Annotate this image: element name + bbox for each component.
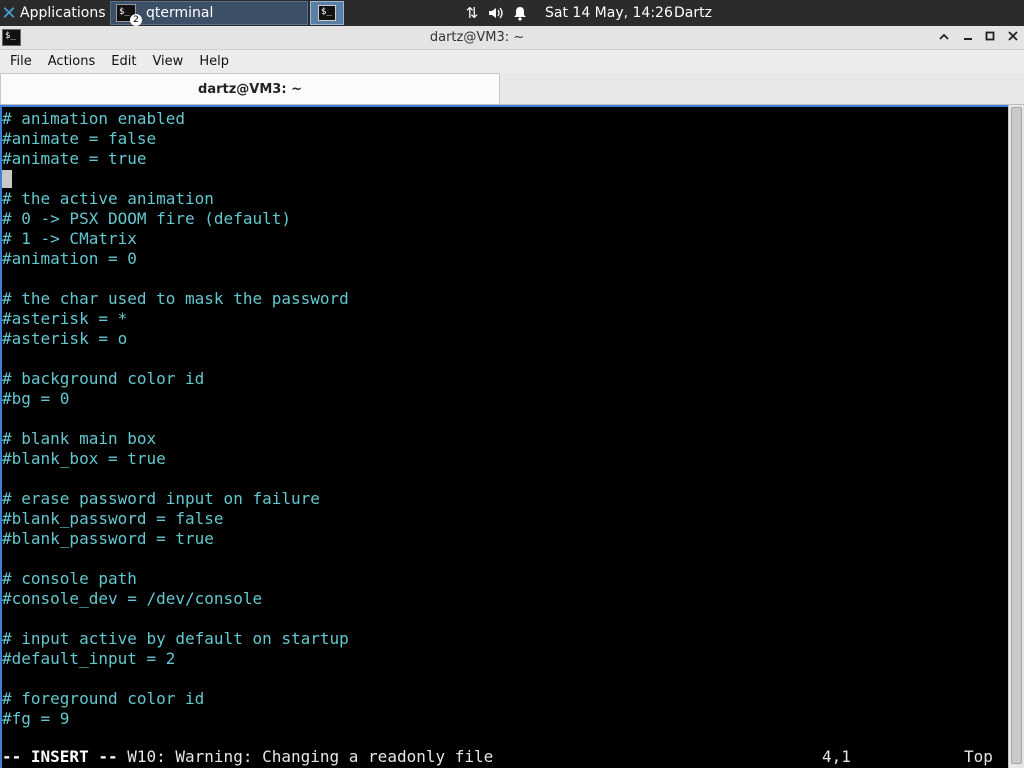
tab-terminal[interactable]: dartz@VM3: ~ (0, 73, 500, 104)
terminal-line: # 1 -> CMatrix (2, 229, 137, 248)
taskbar-item-qterminal[interactable]: $_ 2 qterminal (110, 1, 308, 26)
terminal-line: #fg = 9 (2, 709, 70, 728)
user-name[interactable]: Dartz (674, 0, 712, 26)
cursor-position: 4,1 (822, 747, 851, 766)
shade-button[interactable] (934, 28, 954, 48)
warning-message: W10: Warning: Changing a readonly file (117, 747, 494, 766)
vim-status-line: -- INSERT -- W10: Warning: Changing a re… (2, 747, 1008, 767)
applications-label: Applications (20, 5, 106, 21)
network-icon[interactable]: ⇅ (460, 0, 484, 26)
minimize-button[interactable] (958, 28, 978, 48)
taskbar-item-label: qterminal (146, 5, 214, 21)
menu-view[interactable]: View (144, 51, 191, 73)
terminal-line: # the char used to mask the password (2, 289, 349, 308)
menu-file[interactable]: File (0, 51, 40, 73)
terminal-line: #console_dev = /dev/console (2, 589, 263, 608)
window-count-badge: 2 (130, 14, 142, 26)
menu-help[interactable]: Help (191, 51, 237, 73)
volume-icon[interactable] (484, 0, 508, 26)
terminal-line: #asterisk = o (2, 329, 128, 348)
terminal-line: #animation = 0 (2, 249, 137, 268)
insert-mode-indicator: -- INSERT -- (2, 747, 118, 766)
terminal-line: #bg = 0 (2, 389, 70, 408)
terminal-area[interactable]: # animation enabled #animate = false #anim… (0, 105, 1008, 768)
terminal-line: #blank_password = true (2, 529, 214, 548)
terminal-line: # animation enabled (2, 109, 186, 128)
taskbar-item-terminal-window[interactable]: $_ (310, 1, 344, 25)
window-title: dartz@VM3: ~ (429, 30, 525, 45)
terminal-line: # erase password input on failure (2, 489, 320, 508)
window-titlebar[interactable]: $_ dartz@VM3: ~ (0, 26, 1024, 50)
applications-x-icon: ✕ (1, 2, 17, 24)
terminal-icon: $_ 2 (116, 4, 142, 26)
terminal-line: #blank_box = true (2, 449, 166, 468)
terminal-line: #blank_password = false (2, 509, 224, 528)
terminal-line: #asterisk = * (2, 309, 128, 328)
applications-menu-button[interactable]: ✕ Applications (0, 0, 108, 26)
terminal-line: #default_input = 2 (2, 649, 176, 668)
close-button[interactable] (1003, 28, 1023, 48)
terminal-lines: # animation enabled #animate = false #anim… (2, 109, 1008, 729)
top-panel: ✕ Applications $_ 2 qterminal $_ ⇅ Sat 14… (0, 0, 1024, 26)
clock[interactable]: Sat 14 May, 14:26 (545, 0, 673, 26)
menubar: File Actions Edit View Help (0, 51, 1024, 73)
terminal-icon: $_ (318, 5, 336, 21)
maximize-button[interactable] (980, 28, 1000, 48)
terminal-line: #animate = true (2, 149, 147, 168)
terminal-line: # blank main box (2, 429, 157, 448)
menu-actions[interactable]: Actions (40, 51, 104, 73)
terminal-line: # background color id (2, 369, 205, 388)
notification-bell-icon[interactable] (508, 0, 532, 26)
terminal-line: # the active animation (2, 189, 214, 208)
scrollbar-thumb[interactable] (1011, 107, 1022, 764)
text-cursor (2, 169, 12, 188)
tab-bar: dartz@VM3: ~ (0, 73, 1024, 105)
terminal-line: #animate = false (2, 129, 157, 148)
terminal-line: # foreground color id (2, 689, 205, 708)
terminal-line: # input active by default on startup (2, 629, 349, 648)
scroll-position: Top (964, 747, 993, 766)
menu-edit[interactable]: Edit (103, 51, 144, 73)
terminal-line: # console path (2, 569, 137, 588)
system-tray: ⇅ (460, 0, 532, 26)
terminal-scrollbar[interactable] (1008, 105, 1024, 768)
terminal-line (2, 169, 1008, 189)
terminal-line: # 0 -> PSX DOOM fire (default) (2, 209, 291, 228)
